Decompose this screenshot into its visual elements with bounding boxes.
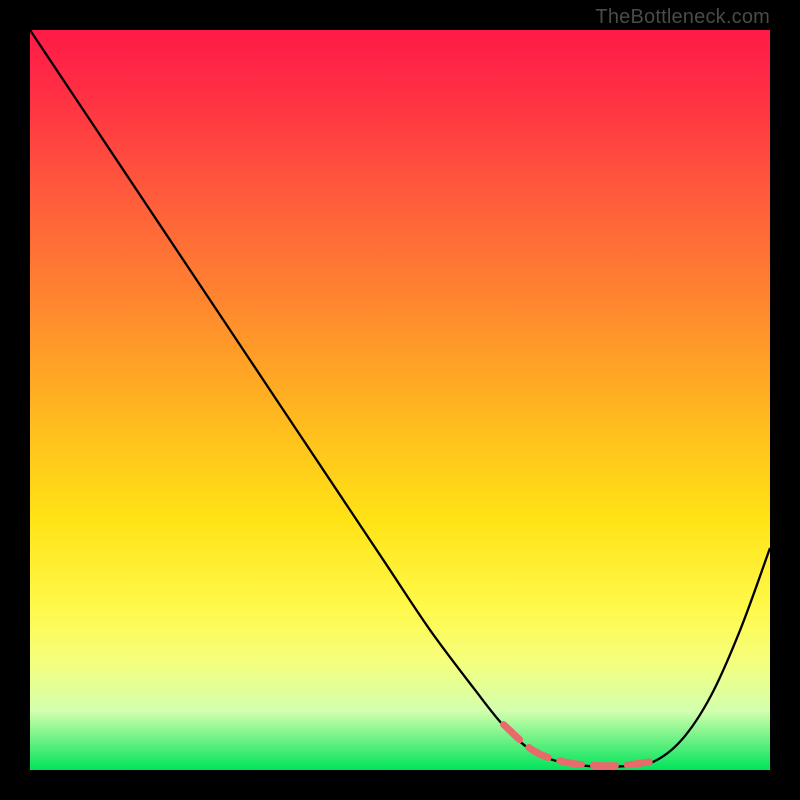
watermark-text: TheBottleneck.com: [595, 6, 770, 29]
plot-area: [30, 30, 770, 770]
bottleneck-curve: [30, 30, 770, 767]
chart-frame: TheBottleneck.com: [0, 0, 800, 800]
curve-svg: [30, 30, 770, 770]
